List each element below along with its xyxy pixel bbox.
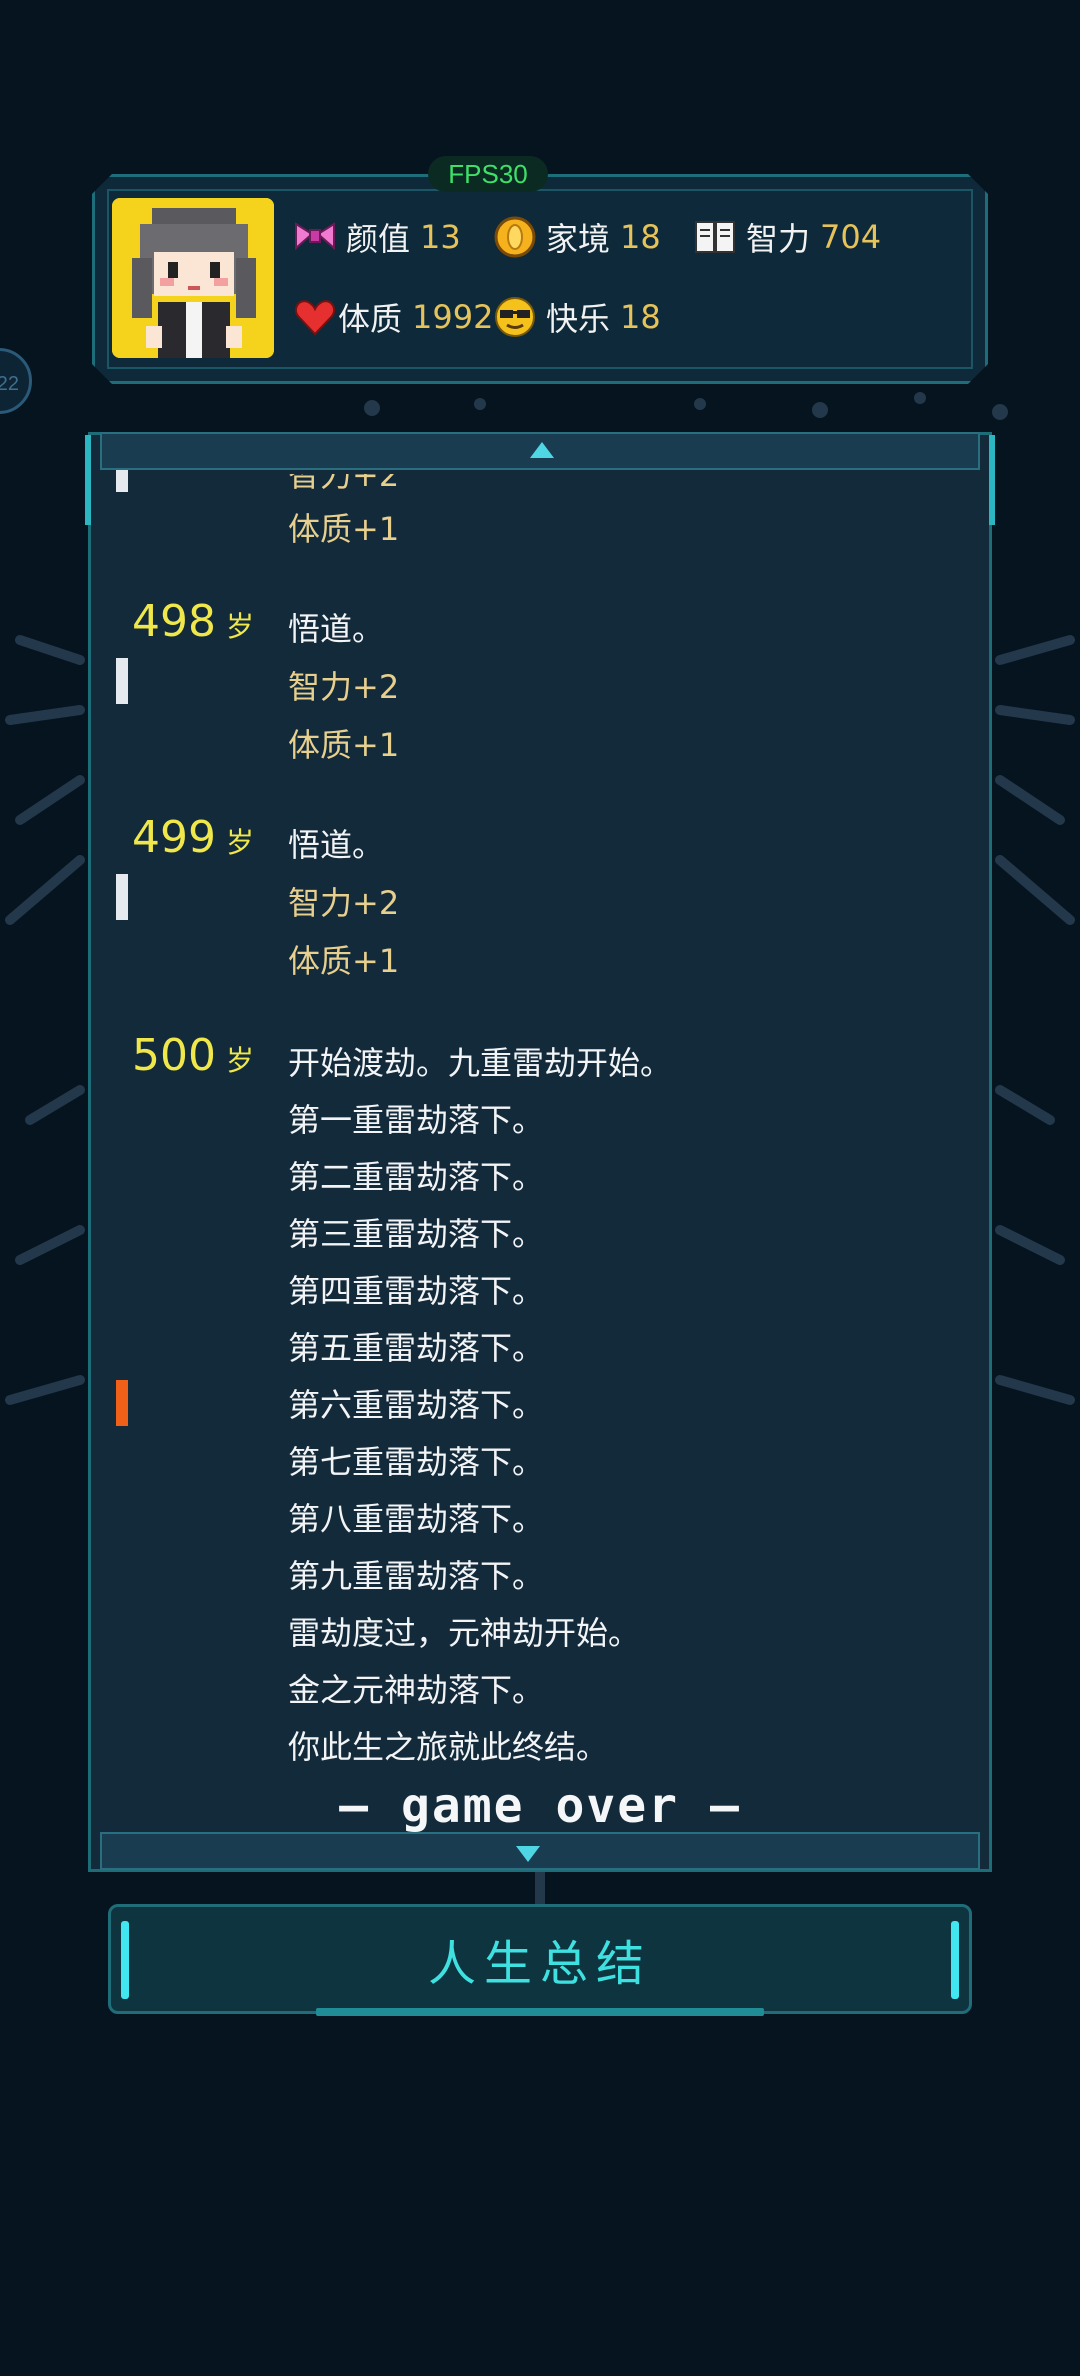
stat-value: 18: [620, 218, 661, 256]
stat-value: 18: [620, 298, 661, 336]
heart-icon: [294, 300, 336, 336]
stat-value: 1992: [412, 298, 494, 336]
coin-icon: [494, 216, 536, 258]
stat-happiness: 快乐 18: [492, 294, 661, 340]
fps-counter: FPS30: [428, 156, 548, 192]
game-over-text: — game over —: [339, 1778, 741, 1834]
pixel-girl-icon: [112, 198, 274, 358]
stat-value: 704: [820, 218, 882, 256]
scroll-down-button[interactable]: [100, 1832, 980, 1870]
stat-label: 快乐: [546, 300, 611, 338]
scroll-up-button[interactable]: [100, 432, 980, 470]
avatar: [112, 198, 274, 358]
triangle-up-icon: [530, 442, 554, 458]
side-float-badge[interactable]: 22: [0, 348, 32, 414]
stat-value: 13: [420, 218, 461, 256]
triangle-down-icon: [516, 1846, 540, 1862]
stat-appearance: 颜值 13: [292, 214, 461, 260]
stat-intelligence: 智力 704: [692, 214, 881, 260]
stat-family: 家境 18: [492, 214, 661, 260]
stat-label: 智力: [746, 220, 811, 258]
button-underline: [316, 2008, 764, 2016]
life-summary-button[interactable]: 人生总结: [108, 1904, 972, 2014]
stat-label: 颜值: [346, 220, 411, 258]
stat-label: 体质: [338, 300, 403, 338]
sunglasses-face-icon: [495, 297, 535, 337]
life-log-panel[interactable]: [85, 432, 995, 1872]
stat-label: 家境: [546, 220, 611, 258]
bow-icon: [295, 222, 335, 251]
stat-constitution: 体质 1992: [292, 294, 493, 340]
book-icon: [695, 221, 735, 253]
